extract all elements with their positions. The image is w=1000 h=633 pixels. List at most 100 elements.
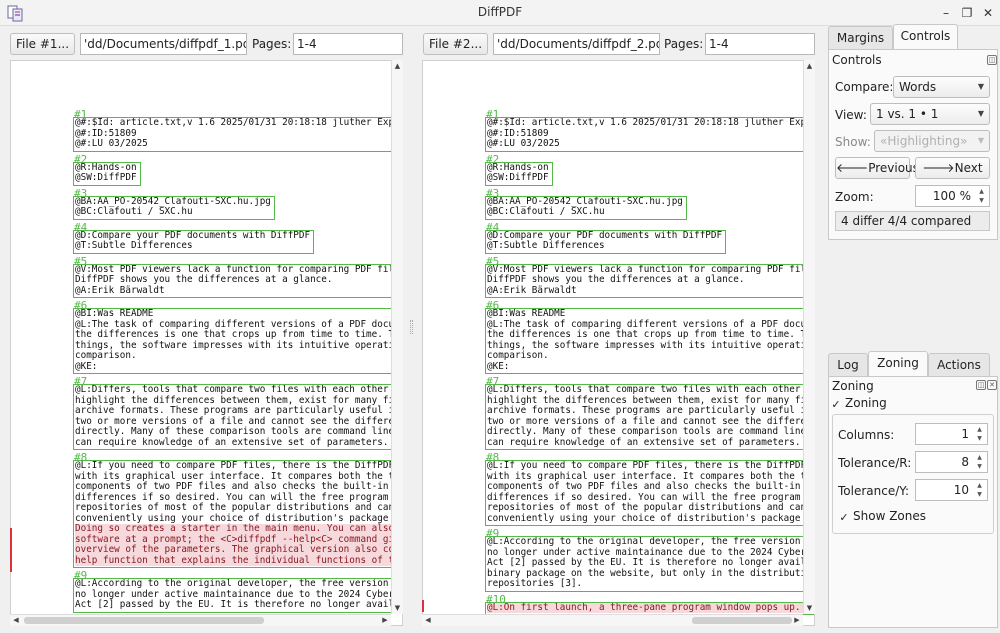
- file2-path-field[interactable]: 'dd/Documents/diffpdf_2.pdf: [493, 33, 660, 55]
- view-select[interactable]: 1 vs. 1 • 1 ▼: [870, 103, 990, 125]
- scroll-right-arrow-icon[interactable]: ▶: [791, 615, 803, 626]
- spin-up-icon[interactable]: ▲: [974, 453, 985, 462]
- highlighted-difference-line: help function that explains the individu…: [75, 554, 403, 566]
- scroll-up-arrow-icon[interactable]: ▲: [392, 60, 403, 72]
- text-line: Act [2] passed by the EU. It is therefor…: [75, 599, 403, 610]
- spin-up-icon[interactable]: ▲: [974, 425, 985, 434]
- left-horizontal-scrollbar[interactable]: ◀ ▶: [10, 614, 391, 626]
- zoom-spinbox[interactable]: 100 % ▲ ▼: [915, 185, 990, 207]
- scroll-down-arrow-icon[interactable]: ▼: [392, 602, 403, 614]
- text-line: @KE:: [487, 360, 510, 372]
- zoom-label: Zoom:: [835, 190, 874, 204]
- zoning-checkbox[interactable]: ✓ Zoning: [830, 395, 886, 411]
- text-line: repositories of most of the popular dist…: [487, 502, 815, 513]
- show-value: «Highlighting»: [880, 134, 968, 148]
- restore-icon[interactable]: ❐: [957, 3, 977, 23]
- file1-path-field[interactable]: 'dd/Documents/diffpdf_1.pdf: [80, 33, 247, 55]
- compare-value: Words: [899, 80, 937, 94]
- float-panel-icon[interactable]: ◫: [987, 55, 997, 65]
- scroll-up-arrow-icon[interactable]: ▲: [804, 60, 815, 72]
- text-line: @#:LU 03/2025: [75, 138, 148, 149]
- zone-text: @#:$Id: article.txt,v 1.6 2025/01/31 20:…: [75, 118, 403, 150]
- text-line: archive formats. These programs are part…: [75, 405, 403, 416]
- tolerance-y-label: Tolerance/Y:: [838, 484, 910, 498]
- float-panel-icon[interactable]: ◫: [976, 380, 986, 390]
- view-value: 1 vs. 1 • 1: [876, 107, 939, 121]
- show-select: «Highlighting» ▼: [874, 130, 990, 152]
- chevron-down-icon: ▼: [977, 82, 984, 91]
- text-line: @BC:Clafouti / SXC.hu: [487, 206, 605, 217]
- spin-down-icon[interactable]: ▼: [976, 196, 987, 205]
- chevron-down-icon: ▼: [977, 136, 984, 145]
- zone-text: @L:Differs, tools that compare two files…: [487, 385, 815, 448]
- pane-splitter[interactable]: [410, 320, 413, 334]
- scroll-left-arrow-icon[interactable]: ◀: [422, 615, 434, 626]
- compare-label: Compare:: [835, 80, 894, 94]
- pages1-field[interactable]: 1-4: [293, 33, 403, 55]
- show-zones-checkbox[interactable]: ✓ Show Zones: [838, 508, 926, 524]
- next-button[interactable]: 🡒Next: [915, 157, 990, 179]
- text-line: can require knowledge of an extensive se…: [487, 436, 801, 448]
- chevron-down-icon: ▼: [977, 109, 984, 118]
- title-bar: DiffPDF – ❐ ✕: [0, 0, 1000, 26]
- scroll-right-arrow-icon[interactable]: ▶: [379, 615, 391, 626]
- tolerance-y-spinbox[interactable]: 10 ▲ ▼: [915, 479, 988, 501]
- minimize-icon[interactable]: –: [936, 3, 956, 23]
- tab-controls[interactable]: Controls: [893, 24, 958, 50]
- text-line: Act [2] passed by the EU. It is therefor…: [487, 557, 815, 568]
- zone-text: @L:According to the original developer, …: [487, 537, 815, 590]
- spin-up-icon[interactable]: ▲: [974, 481, 985, 490]
- text-line: @BI:Was README: [75, 309, 154, 319]
- spin-up-icon[interactable]: ▲: [976, 187, 987, 196]
- highlighted-difference-line: Doing so creates a starter in the main m…: [75, 523, 403, 535]
- right-horizontal-scrollbar[interactable]: ◀ ▶: [422, 614, 803, 626]
- right-vertical-scrollbar[interactable]: ▲ ▼: [803, 60, 815, 614]
- text-line: can require knowledge of an extensive se…: [75, 436, 389, 448]
- zone-text: @BI:Was README @L:The task of comparing d…: [75, 309, 402, 372]
- zone-text: @V:Most PDF viewers lack a function for …: [487, 265, 814, 297]
- text-line: @L:According to the original developer, …: [487, 537, 815, 547]
- text-line: @L:Differs, tools that compare two files…: [487, 385, 815, 395]
- pages2-label: Pages:: [664, 37, 704, 51]
- arrow-left-icon: 🡐: [836, 161, 869, 175]
- spin-down-icon[interactable]: ▼: [974, 490, 985, 499]
- right-document-view[interactable]: #1 @#:$Id: article.txt,v 1.6 2025/01/31 2…: [422, 60, 815, 626]
- tab-log[interactable]: Log: [828, 353, 868, 377]
- compare-select[interactable]: Words ▼: [893, 76, 990, 98]
- tab-zoning[interactable]: Zoning: [868, 351, 928, 377]
- text-line: directly. Many of these comparison tools…: [487, 426, 815, 437]
- zone-text: @D:Compare your PDF documents with DiffP…: [487, 231, 814, 252]
- tolerance-r-spinbox[interactable]: 8 ▲ ▼: [915, 451, 988, 473]
- file2-button[interactable]: File #2...: [423, 33, 488, 55]
- zone-text: @V:Most PDF viewers lack a function for …: [75, 265, 402, 297]
- scrollbar-thumb[interactable]: [692, 617, 792, 624]
- scroll-left-arrow-icon[interactable]: ◀: [10, 615, 22, 626]
- file1-button[interactable]: File #1...: [10, 33, 75, 55]
- spin-down-icon[interactable]: ▼: [974, 462, 985, 471]
- zone-text: @L:According to the original developer, …: [75, 579, 403, 611]
- text-line: @#:$Id: article.txt,v 1.6 2025/01/31 20:…: [75, 118, 403, 128]
- show-label: Show:: [835, 135, 871, 149]
- close-icon[interactable]: ✕: [978, 3, 998, 23]
- compare-status: 4 differ 4/4 compared: [835, 211, 990, 231]
- pages2-field[interactable]: 1-4: [705, 33, 815, 55]
- left-document-view[interactable]: #1 @#:$Id: article.txt,v 1.6 2025/01/31 2…: [10, 60, 403, 626]
- left-vertical-scrollbar[interactable]: ▲ ▼: [391, 60, 403, 614]
- text-line: repositories [3].: [487, 578, 583, 589]
- scrollbar-thumb[interactable]: [24, 617, 264, 624]
- columns-spinbox[interactable]: 1 ▲ ▼: [915, 423, 988, 445]
- zone-text: @BA:AA_PO-20542_Clafouti-SXC.hu.jpg @BC:C…: [75, 197, 402, 218]
- arrow-right-icon: 🡒: [922, 161, 955, 175]
- tab-margins[interactable]: Margins: [828, 26, 893, 50]
- spin-down-icon[interactable]: ▼: [974, 434, 985, 443]
- scroll-down-arrow-icon[interactable]: ▼: [804, 602, 815, 614]
- tab-actions[interactable]: Actions: [928, 353, 990, 377]
- close-panel-icon[interactable]: ✕: [987, 380, 997, 390]
- previous-button[interactable]: 🡐Previous: [835, 157, 919, 179]
- text-line: components of two PDF files and also che…: [487, 481, 815, 492]
- zone-text: @BI:Was README @L:The task of comparing d…: [487, 309, 814, 372]
- checkmark-icon: ✓: [839, 511, 849, 524]
- text-line: @A:Erik Bärwaldt: [75, 284, 165, 296]
- view-label: View:: [835, 108, 867, 122]
- zone-text: @R:Hands-on @SW:DiffPDF: [75, 163, 402, 184]
